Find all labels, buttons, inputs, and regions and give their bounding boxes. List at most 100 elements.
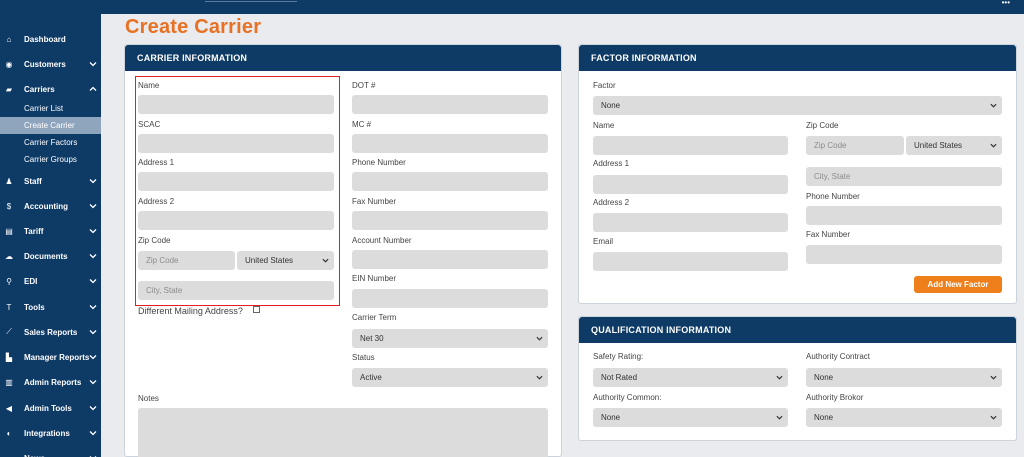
chevron-down-icon [89, 62, 97, 67]
mc-label: MC # [352, 120, 372, 129]
factor-zip-label: Zip Code [806, 121, 839, 130]
status-select[interactable]: Active [352, 368, 548, 387]
mc-input[interactable] [352, 134, 548, 153]
chevron-down-icon [776, 415, 783, 420]
carrier-term-select[interactable]: Net 30 [352, 329, 548, 348]
factor-address2-input[interactable] [593, 213, 788, 232]
factor-zip-input[interactable]: Zip Code [806, 136, 904, 155]
authority-contract-select[interactable]: None [806, 368, 1002, 387]
authority-common-select[interactable]: None [593, 408, 788, 427]
sidebar-item-accounting[interactable]: $ Accounting [0, 195, 101, 217]
chevron-down-icon [990, 103, 997, 108]
factor-fax-input[interactable] [806, 245, 1002, 264]
more-icon[interactable]: ••• [1002, 0, 1010, 7]
sidebar-item-staff[interactable]: ♟ Staff [0, 170, 101, 192]
factor-email-input[interactable] [593, 252, 788, 271]
sidebar-item-news[interactable]: ▬ News [0, 447, 101, 457]
eye-icon: ◉ [5, 59, 13, 69]
safety-rating-select[interactable]: Not Rated [593, 368, 788, 387]
factor-info-header: FACTOR INFORMATION [579, 45, 1016, 71]
chevron-down-icon [776, 375, 783, 380]
sidebar-item-manager-reports[interactable]: ▙ Manager Reports [0, 346, 101, 368]
sidebar-item-integrations[interactable]: ◐ Integrations [0, 422, 101, 444]
sidebar-item-label: Customers [24, 59, 66, 69]
authority-broker-select[interactable]: None [806, 408, 1002, 427]
factor-city-state-input[interactable]: City, State [806, 167, 1002, 186]
sidebar-subitem-carrier-groups[interactable]: Carrier Groups [0, 151, 101, 168]
chevron-down-icon [89, 330, 97, 335]
notes-label: Notes [138, 394, 159, 403]
factor-label: Factor [593, 81, 616, 90]
factor-country-select[interactable]: United States [906, 136, 1002, 155]
cloud-icon: ☁ [5, 251, 13, 261]
chevron-up-icon [89, 86, 97, 91]
sidebar-item-admin-reports[interactable]: ▥ Admin Reports [0, 371, 101, 393]
different-mailing-checkbox[interactable] [253, 306, 260, 313]
sidebar-item-dashboard[interactable]: ⌂ Dashboard [0, 28, 101, 50]
sidebar-item-tariff[interactable]: ▤ Tariff [0, 220, 101, 242]
chevron-down-icon [990, 415, 997, 420]
different-mailing-label: Different Mailing Address? [138, 306, 243, 316]
sidebar-subitem-carrier-list[interactable]: Carrier List [0, 100, 101, 117]
carrier-term-value: Net 30 [360, 334, 384, 343]
sidebar: ⌂ Dashboard ◉ Customers ▰ Carriers ♟ Staff $ Acco… [0, 0, 101, 457]
sidebar-item-label: Admin Tools [24, 403, 72, 413]
factor-country-value: United States [914, 141, 963, 150]
qualification-info-header: QUALIFICATION INFORMATION [579, 317, 1016, 343]
dollar-icon: $ [6, 201, 12, 211]
sidebar-item-label: Carriers [24, 84, 55, 94]
sidebar-item-carriers[interactable]: ▰ Carriers [0, 78, 101, 100]
file-icon: ▤ [5, 226, 13, 236]
sidebar-item-documents[interactable]: ☁ Documents [0, 245, 101, 267]
area-chart-icon: ▙ [5, 352, 13, 362]
safety-rating-value: Not Rated [601, 373, 638, 382]
chevron-down-icon [89, 355, 97, 360]
sidebar-item-label: Documents [24, 251, 68, 261]
account-label: Account Number [352, 236, 412, 245]
factor-select-value: None [601, 101, 621, 110]
sidebar-item-customers[interactable]: ◉ Customers [0, 53, 101, 75]
fax-input[interactable] [352, 211, 548, 230]
news-icon: ▬ [4, 454, 14, 457]
megaphone-icon: ◀ [5, 403, 13, 413]
ein-label: EIN Number [352, 274, 397, 283]
factor-address1-input[interactable] [593, 175, 788, 194]
factor-select[interactable]: None [593, 96, 1002, 115]
top-search-stub[interactable] [205, 1, 297, 2]
chevron-down-icon [89, 229, 97, 234]
add-new-factor-button[interactable]: Add New Factor [914, 276, 1002, 293]
sidebar-item-label: News [24, 454, 45, 457]
chevron-down-icon [89, 204, 97, 209]
factor-name-input[interactable] [593, 136, 788, 155]
users-icon: ♟ [5, 176, 13, 186]
factor-name-label: Name [593, 121, 615, 130]
chevron-down-icon [89, 254, 97, 259]
sidebar-subitem-create-carrier[interactable]: Create Carrier [0, 117, 101, 134]
chevron-down-icon [89, 305, 97, 310]
safety-rating-label: Safety Rating: [593, 352, 644, 361]
top-bar: ••• [101, 0, 1024, 14]
phone-input[interactable] [352, 172, 548, 191]
status-label: Status [352, 353, 375, 362]
sidebar-item-sales-reports[interactable]: ⟋ Sales Reports [0, 321, 101, 343]
dot-input[interactable] [352, 95, 548, 114]
chevron-down-icon [990, 375, 997, 380]
chevron-down-icon [89, 279, 97, 284]
carrier-info-header: CARRIER INFORMATION [125, 45, 561, 71]
highlight-box [135, 76, 340, 306]
sidebar-item-label: Staff [24, 176, 42, 186]
sidebar-item-edi[interactable]: ⚲ EDI [0, 270, 101, 292]
authority-broker-label: Authority Brokor [806, 393, 864, 402]
line-chart-icon: ⟋ [6, 327, 12, 336]
account-input[interactable] [352, 250, 548, 269]
sidebar-subitem-carrier-factors[interactable]: Carrier Factors [0, 134, 101, 151]
sidebar-item-admin-tools[interactable]: ◀ Admin Tools [0, 397, 101, 419]
factor-phone-input[interactable] [806, 206, 1002, 225]
sidebar-item-label: Accounting [24, 201, 68, 211]
carrier-term-label: Carrier Term [352, 313, 397, 322]
sidebar-item-label: Tools [24, 302, 45, 312]
sidebar-item-tools[interactable]: T Tools [0, 296, 101, 318]
notes-textarea[interactable] [138, 408, 548, 457]
ein-input[interactable] [352, 289, 548, 308]
chevron-down-icon [990, 143, 997, 148]
